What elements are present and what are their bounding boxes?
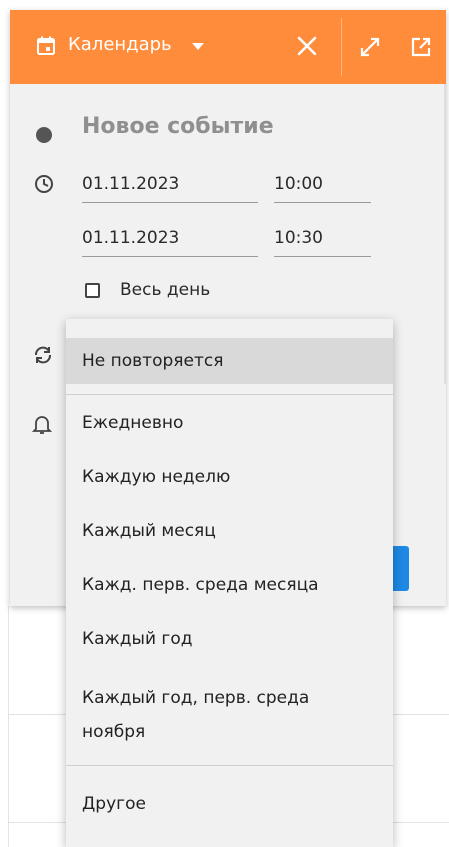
repeat-dropdown: Не повторяется Ежедневно Каждую неделю К…	[66, 319, 393, 847]
open-external-icon[interactable]	[410, 36, 432, 58]
repeat-option-monthly[interactable]: Каждый месяц	[66, 513, 393, 549]
calendar-selector[interactable]: Календарь	[68, 34, 172, 55]
start-time-field[interactable]: 10:00	[274, 174, 371, 203]
all-day-checkbox[interactable]	[85, 283, 100, 298]
repeat-option-monthly-first-wed[interactable]: Кажд. перв. среда месяца	[66, 567, 393, 603]
scrollbar[interactable]	[444, 84, 446, 384]
repeat-option-yearly-first-wed-nov[interactable]: Каждый год, перв. среда ноября	[66, 681, 393, 749]
calendar-icon	[37, 36, 55, 55]
menu-divider	[66, 394, 393, 395]
repeat-option-daily[interactable]: Ежедневно	[66, 405, 393, 441]
repeat-option-other[interactable]: Другое	[66, 786, 393, 822]
all-day-label: Весь день	[120, 280, 211, 300]
clock-icon	[35, 175, 53, 193]
repeat-option-yearly[interactable]: Каждый год	[66, 621, 393, 657]
close-icon[interactable]	[295, 34, 319, 58]
save-button[interactable]	[392, 546, 409, 591]
repeat-icon	[35, 346, 51, 364]
caret-down-icon[interactable]	[192, 43, 204, 50]
expand-icon[interactable]	[359, 36, 381, 58]
start-date-field[interactable]: 01.11.2023	[82, 174, 258, 203]
bell-icon	[32, 416, 52, 434]
grid-line	[8, 606, 9, 847]
dialog-header: Календарь	[10, 10, 446, 84]
end-date-field[interactable]: 01.11.2023	[82, 228, 258, 257]
event-color-dot[interactable]	[36, 127, 52, 143]
end-time-field[interactable]: 10:30	[274, 228, 371, 257]
header-divider	[341, 18, 342, 76]
repeat-option-none[interactable]: Не повторяется	[66, 338, 393, 384]
menu-divider	[66, 765, 393, 766]
repeat-option-weekly[interactable]: Каждую неделю	[66, 459, 393, 495]
event-title-input[interactable]: Новое событие	[82, 114, 274, 139]
